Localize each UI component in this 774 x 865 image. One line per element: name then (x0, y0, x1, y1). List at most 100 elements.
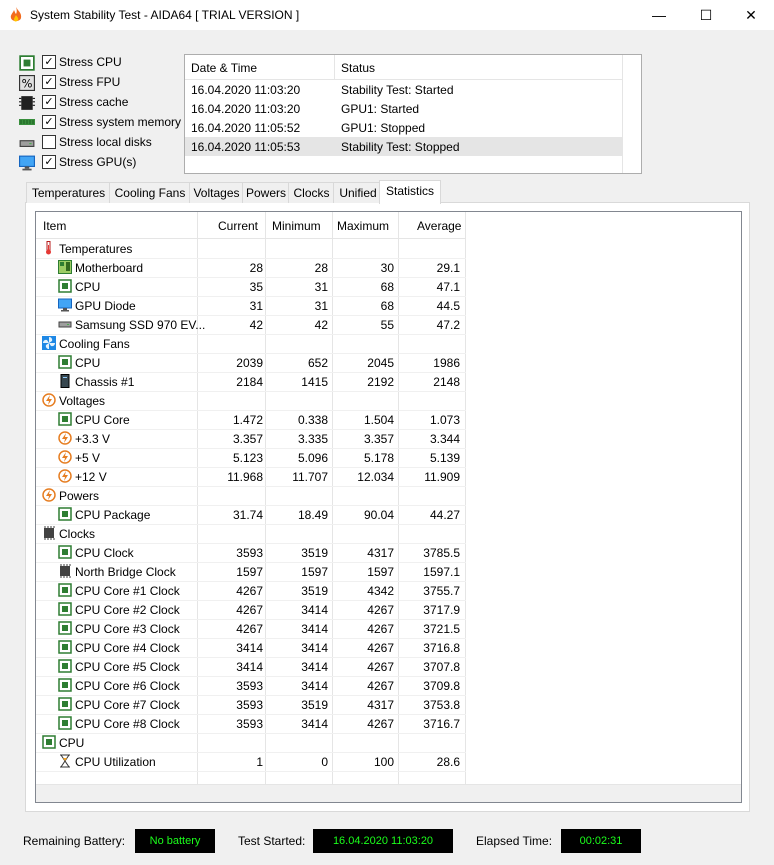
log-col-status[interactable]: Status (341, 61, 375, 75)
cpu-chip-icon (58, 279, 72, 293)
group-row[interactable]: CPU (36, 733, 466, 753)
cell-cur: 11.968 (227, 470, 263, 484)
cell-min: 652 (307, 356, 328, 370)
table-row[interactable]: CPU Core #5 Clock 3414 3414 4267 3707.8 (36, 657, 466, 677)
cell-avg: 3717.9 (423, 603, 460, 617)
table-row[interactable]: Samsung SSD 970 EV... 42 42 55 47.2 (36, 315, 466, 335)
cell-avg: 47.2 (436, 318, 460, 332)
item-name: CPU Core #7 Clock (75, 698, 180, 712)
cell-max: 4317 (367, 546, 394, 560)
group-row[interactable]: Voltages (36, 391, 466, 411)
statistics-grid[interactable]: Item Current Minimum Maximum Average Tem… (35, 211, 742, 803)
minimize-button[interactable]: — (636, 0, 682, 30)
fpu-icon: % (19, 75, 35, 91)
cell-min: 1597 (301, 565, 328, 579)
col-maximum[interactable]: Maximum (337, 219, 389, 233)
cell-max: 4267 (367, 660, 394, 674)
cell-max: 55 (380, 318, 394, 332)
window-title: System Stability Test - AIDA64 [ TRIAL V… (30, 8, 300, 22)
cell-max: 1597 (367, 565, 394, 579)
cell-cur: 3593 (236, 717, 263, 731)
col-minimum[interactable]: Minimum (272, 219, 321, 233)
cell-min: 11.707 (292, 470, 328, 484)
cpu-chip-icon (58, 602, 72, 616)
horizontal-scrollbar[interactable] (36, 784, 741, 802)
tab-clocks[interactable]: Clocks (288, 182, 335, 203)
table-row[interactable]: CPU Package 31.74 18.49 90.04 44.27 (36, 505, 466, 525)
table-row[interactable]: CPU Clock 3593 3519 4317 3785.5 (36, 543, 466, 563)
cell-cur: 1.472 (232, 413, 263, 427)
table-row[interactable]: +5 V 5.123 5.096 5.178 5.139 (36, 448, 466, 468)
table-row[interactable]: CPU Core #8 Clock 3593 3414 4267 3716.7 (36, 714, 466, 734)
thermometer-icon (42, 241, 56, 255)
col-current[interactable]: Current (218, 219, 258, 233)
tab-statistics[interactable]: Statistics (379, 180, 441, 204)
tab-unified[interactable]: Unified (333, 182, 383, 203)
log-row[interactable]: 16.04.2020 11:03:20 GPU1: Started (185, 99, 622, 118)
tab-temperatures[interactable]: Temperatures (26, 182, 111, 203)
stress-checkbox[interactable] (42, 135, 56, 149)
tab-powers[interactable]: Powers (242, 182, 290, 203)
cell-max: 4267 (367, 603, 394, 617)
clock-chip-icon (42, 526, 56, 540)
table-row[interactable]: Motherboard 28 28 30 29.1 (36, 258, 466, 278)
item-name: CPU Core (75, 413, 130, 427)
cell-cur: 4267 (236, 584, 263, 598)
table-row[interactable]: GPU Diode 31 31 68 44.5 (36, 296, 466, 316)
group-name: Clocks (59, 527, 96, 541)
cell-max: 100 (373, 755, 394, 769)
table-row[interactable]: CPU Core #1 Clock 4267 3519 4342 3755.7 (36, 581, 466, 601)
tab-cooling-fans[interactable]: Cooling Fans (109, 182, 191, 203)
stress-checkbox[interactable]: ✓ (42, 75, 56, 89)
item-name: CPU Core #1 Clock (75, 584, 180, 598)
cpu-chip-icon (58, 678, 72, 692)
table-row[interactable]: CPU Core #2 Clock 4267 3414 4267 3717.9 (36, 600, 466, 620)
log-col-datetime[interactable]: Date & Time (191, 61, 257, 75)
cell-avg: 47.1 (436, 280, 460, 294)
table-row[interactable]: CPU Core #7 Clock 3593 3519 4317 3753.8 (36, 695, 466, 715)
bolt-icon (58, 450, 72, 464)
table-row[interactable]: CPU Utilization 1 0 100 28.6 (36, 752, 466, 772)
stress-checkbox[interactable]: ✓ (42, 115, 56, 129)
table-row[interactable]: Chassis #1 2184 1415 2192 2148 (36, 372, 466, 392)
event-log-list[interactable]: Date & Time Status 16.04.2020 11:03:20 S… (184, 54, 642, 174)
tab-voltages[interactable]: Voltages (189, 182, 244, 203)
log-row[interactable]: 16.04.2020 11:05:53 Stability Test: Stop… (185, 137, 622, 156)
cell-cur: 1597 (236, 565, 263, 579)
table-row[interactable]: CPU 35 31 68 47.1 (36, 277, 466, 297)
cpu-chip-icon (19, 55, 35, 71)
cell-max: 12.034 (357, 470, 394, 484)
group-row[interactable]: Cooling Fans (36, 334, 466, 354)
table-row[interactable]: CPU Core #4 Clock 3414 3414 4267 3716.8 (36, 638, 466, 658)
hourglass-icon (58, 754, 72, 768)
cell-cur: 3.357 (232, 432, 263, 446)
stress-checkbox[interactable]: ✓ (42, 155, 56, 169)
log-row[interactable]: 16.04.2020 11:05:52 GPU1: Stopped (185, 118, 622, 137)
item-name: CPU Core #4 Clock (75, 641, 180, 655)
stress-checkbox[interactable]: ✓ (42, 55, 56, 69)
gpu-monitor-icon (58, 298, 72, 312)
table-row[interactable]: CPU 2039 652 2045 1986 (36, 353, 466, 373)
col-item[interactable]: Item (43, 219, 66, 233)
table-row[interactable]: +3.3 V 3.357 3.335 3.357 3.344 (36, 429, 466, 449)
table-row[interactable]: CPU Core #6 Clock 3593 3414 4267 3709.8 (36, 676, 466, 696)
cell-max: 3.357 (363, 432, 394, 446)
group-row[interactable]: Clocks (36, 524, 466, 544)
table-row[interactable]: CPU Core 1.472 0.338 1.504 1.073 (36, 410, 466, 430)
stress-checkbox[interactable]: ✓ (42, 95, 56, 109)
table-row[interactable]: +12 V 11.968 11.707 12.034 11.909 (36, 467, 466, 487)
group-row[interactable]: Powers (36, 486, 466, 506)
table-row[interactable]: CPU Core #3 Clock 4267 3414 4267 3721.5 (36, 619, 466, 639)
maximize-button[interactable]: ☐ (683, 0, 729, 30)
cell-cur: 35 (249, 280, 263, 294)
cell-cur: 3593 (236, 679, 263, 693)
table-row[interactable]: North Bridge Clock 1597 1597 1597 1597.1 (36, 562, 466, 582)
close-button[interactable]: ✕ (728, 0, 774, 30)
log-row[interactable]: 16.04.2020 11:03:20 Stability Test: Star… (185, 80, 622, 99)
item-name: CPU (75, 356, 101, 370)
cell-avg: 3716.7 (423, 717, 460, 731)
cell-max: 4267 (367, 641, 394, 655)
group-row[interactable]: Temperatures (36, 239, 466, 259)
col-average[interactable]: Average (417, 219, 461, 233)
cpu-chip-icon (58, 697, 72, 711)
